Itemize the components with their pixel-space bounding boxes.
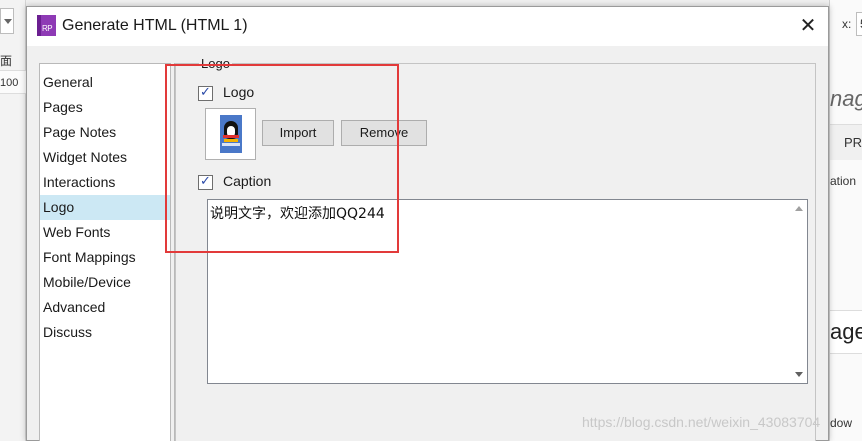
qq-penguin-logo-image [220, 115, 242, 153]
x-coordinate-field[interactable]: 5 [856, 12, 862, 36]
background-row: ation [830, 174, 857, 188]
background-page-tile[interactable]: age [830, 310, 862, 354]
generate-html-dialog: RP Generate HTML (HTML 1) ✕ General Page… [26, 6, 829, 441]
background-label: 面 [0, 54, 13, 68]
background-heading: nag [830, 86, 862, 111]
nav-item-pages[interactable]: Pages [40, 95, 170, 120]
logo-checkbox-label[interactable]: Logo [223, 84, 254, 100]
nav-item-advanced[interactable]: Advanced [40, 295, 170, 320]
logo-checkbox[interactable]: ✓ [198, 84, 213, 101]
app-icon-text: RP [42, 24, 53, 33]
title-bar[interactable]: RP Generate HTML (HTML 1) ✕ [27, 7, 828, 46]
caption-checkbox[interactable]: ✓ [198, 173, 213, 190]
axure-app-icon: RP [37, 15, 56, 36]
caption-textarea[interactable]: 说明文字，欢迎添加QQ244 [207, 199, 808, 384]
background-app-right: x: 5 nag PR ation age dow [829, 0, 862, 441]
remove-button[interactable]: Remove [341, 120, 427, 146]
watermark: https://blog.csdn.net/weixin_43083704 [582, 414, 821, 430]
nav-item-interactions[interactable]: Interactions [40, 170, 170, 195]
checkmark-icon: ✓ [200, 173, 211, 188]
nav-item-web-fonts[interactable]: Web Fonts [40, 220, 170, 245]
ruler-value: 100 [0, 77, 19, 89]
import-button[interactable]: Import [262, 120, 334, 146]
section-header: Logo [199, 56, 232, 71]
nav-item-page-notes[interactable]: Page Notes [40, 120, 170, 145]
logo-preview [205, 108, 256, 160]
background-footer: dow [830, 416, 853, 430]
caption-text: 说明文字，欢迎添加QQ244 [210, 206, 385, 222]
scroll-up-icon[interactable] [795, 206, 803, 211]
x-coordinate-label: x: [842, 17, 852, 31]
nav-item-discuss[interactable]: Discuss [40, 320, 170, 345]
nav-item-mobile-device[interactable]: Mobile/Device [40, 270, 170, 295]
checkmark-icon: ✓ [200, 84, 211, 99]
background-ruler: 100 [0, 70, 26, 94]
background-app-left: 面 100 [0, 0, 26, 441]
nav-item-widget-notes[interactable]: Widget Notes [40, 145, 170, 170]
nav-item-logo[interactable]: Logo [40, 195, 170, 220]
nav-item-general[interactable]: General [40, 70, 170, 95]
nav-item-font-mappings[interactable]: Font Mappings [40, 245, 170, 270]
background-tab[interactable]: PR [830, 124, 862, 160]
scroll-down-icon[interactable] [795, 372, 803, 377]
caption-checkbox-label[interactable]: Caption [223, 173, 271, 189]
dropdown-icon[interactable] [0, 8, 14, 34]
close-icon[interactable]: ✕ [791, 11, 825, 41]
dialog-title: Generate HTML (HTML 1) [62, 17, 248, 34]
settings-nav-list: General Pages Page Notes Widget Notes In… [39, 63, 170, 441]
